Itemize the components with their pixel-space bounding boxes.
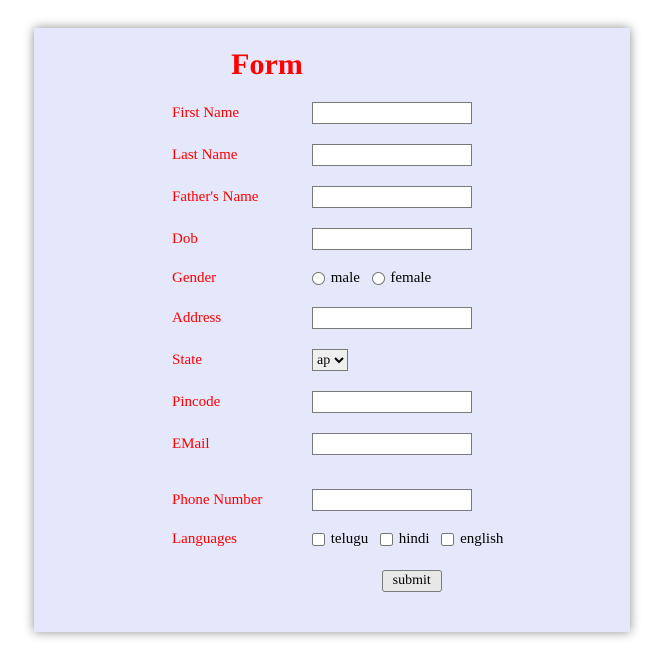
label-gender: Gender — [164, 260, 304, 297]
lang-hindi-label: hindi — [399, 531, 430, 547]
label-state: State — [164, 339, 304, 381]
cell-phone — [304, 479, 519, 521]
lang-telugu-label: telugu — [331, 531, 369, 547]
gender-female-label: female — [390, 270, 431, 286]
lang-telugu-checkbox[interactable] — [312, 533, 325, 546]
lang-english-label: english — [460, 531, 503, 547]
cell-father-name — [304, 176, 519, 218]
pincode-input[interactable] — [312, 391, 472, 413]
cell-pincode — [304, 381, 519, 423]
label-father-name: Father's Name — [164, 176, 304, 218]
cell-languages: telugu hindi english — [304, 521, 519, 558]
dob-input[interactable] — [312, 228, 472, 250]
row-dob: Dob — [164, 218, 519, 260]
label-first-name: First Name — [164, 92, 304, 134]
label-pincode: Pincode — [164, 381, 304, 423]
gender-male-radio[interactable] — [312, 272, 325, 285]
form-panel: Form First Name Last Name Father's Name … — [34, 28, 630, 632]
label-phone: Phone Number — [164, 479, 304, 521]
row-last-name: Last Name — [164, 134, 519, 176]
cell-gender: male female — [304, 260, 519, 297]
row-state: State ap — [164, 339, 519, 381]
row-gender: Gender male female — [164, 260, 519, 297]
spacer-row — [164, 465, 519, 479]
row-address: Address — [164, 297, 519, 339]
last-name-input[interactable] — [312, 144, 472, 166]
form-title: Form — [34, 48, 630, 82]
row-submit: submit — [164, 558, 519, 602]
cell-dob — [304, 218, 519, 260]
email-input[interactable] — [312, 433, 472, 455]
cell-email — [304, 423, 519, 465]
cell-last-name — [304, 134, 519, 176]
father-name-input[interactable] — [312, 186, 472, 208]
gender-female-radio[interactable] — [372, 272, 385, 285]
label-last-name: Last Name — [164, 134, 304, 176]
cell-state: ap — [304, 339, 519, 381]
label-email: EMail — [164, 423, 304, 465]
row-phone: Phone Number — [164, 479, 519, 521]
lang-english-checkbox[interactable] — [441, 533, 454, 546]
address-input[interactable] — [312, 307, 472, 329]
lang-hindi-checkbox[interactable] — [380, 533, 393, 546]
label-languages: Languages — [164, 521, 304, 558]
cell-address — [304, 297, 519, 339]
row-first-name: First Name — [164, 92, 519, 134]
first-name-input[interactable] — [312, 102, 472, 124]
label-address: Address — [164, 297, 304, 339]
row-languages: Languages telugu hindi english — [164, 521, 519, 558]
row-father-name: Father's Name — [164, 176, 519, 218]
row-pincode: Pincode — [164, 381, 519, 423]
cell-first-name — [304, 92, 519, 134]
form-table: First Name Last Name Father's Name Dob G… — [164, 92, 519, 602]
row-email: EMail — [164, 423, 519, 465]
submit-button[interactable]: submit — [382, 570, 442, 592]
gender-male-label: male — [331, 270, 360, 286]
label-dob: Dob — [164, 218, 304, 260]
state-select[interactable]: ap — [312, 349, 348, 371]
phone-input[interactable] — [312, 489, 472, 511]
